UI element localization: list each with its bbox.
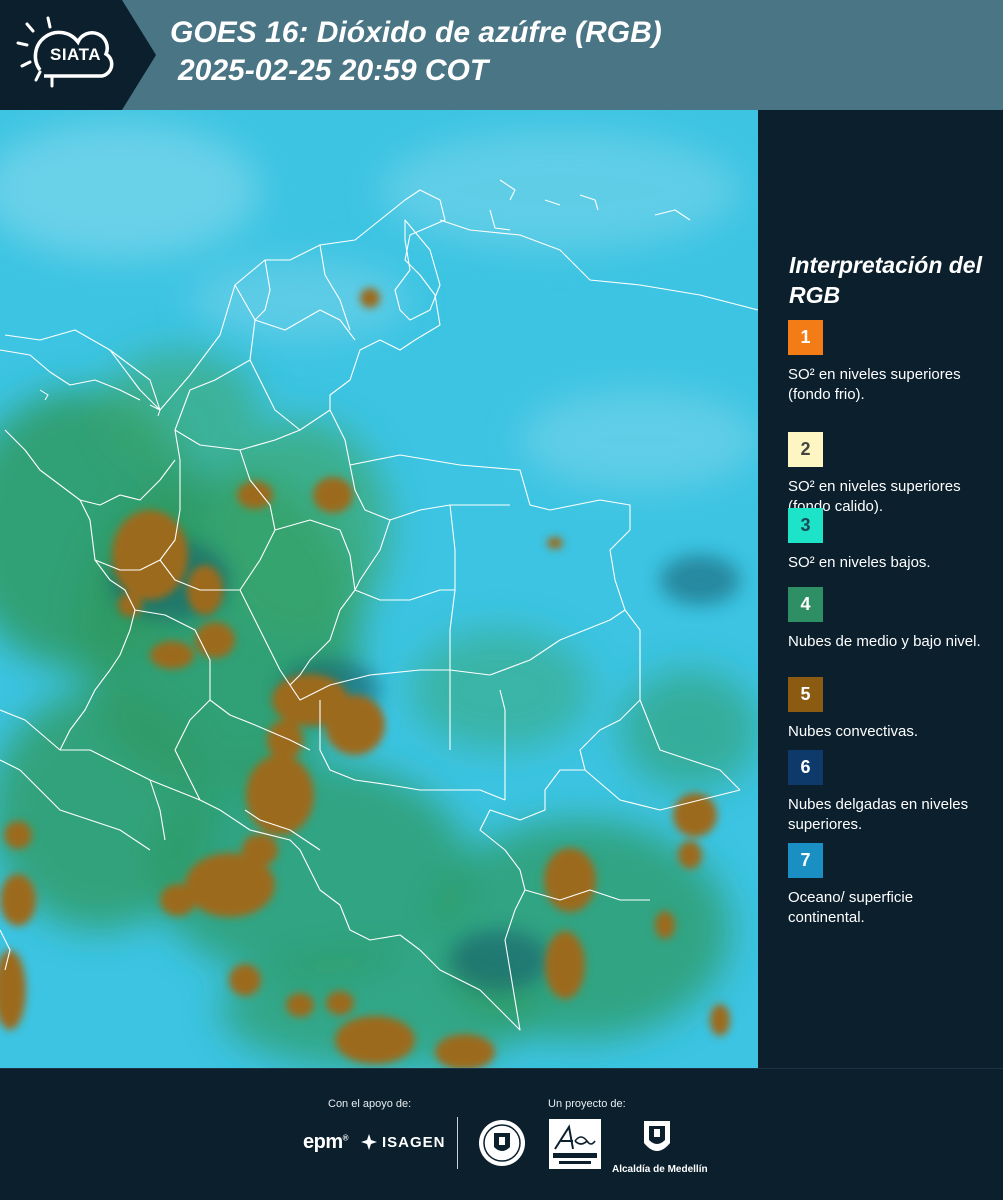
legend-item-5: 5 Nubes convectivas. (788, 677, 988, 742)
legend-label: SO² en niveles superiores (fondo frio). (788, 366, 961, 403)
satellite-map[interactable] (0, 110, 758, 1068)
siata-logo: SIATA (0, 0, 156, 110)
legend-swatch: 5 (788, 677, 823, 712)
legend-item-6: 6 Nubes delgadas en niveles superiores. (788, 750, 988, 835)
legend-swatch: 1 (788, 320, 823, 355)
legend-item-7: 7 Oceano/ superficie continental. (788, 843, 988, 928)
title-timestamp: 2025-02-25 20:59 COT (178, 54, 489, 87)
legend-swatch: 3 (788, 508, 823, 543)
medellin-seal[interactable] (478, 1119, 526, 1167)
area-metropolitana-logo[interactable] (549, 1119, 601, 1169)
legend-swatch: 6 (788, 750, 823, 785)
support-label: Con el apoyo de: (328, 1098, 412, 1110)
alcaldia-text: Alcaldía de Medellín (612, 1164, 708, 1175)
legend-item-2: 2 SO² en niveles superiores (fondo calido… (788, 432, 988, 517)
legend-item-1: 1 SO² en niveles superiores (fondo frio). (788, 320, 988, 405)
alcaldia-shield-icon (644, 1121, 670, 1151)
project-label: Un proyecto de: (548, 1098, 626, 1110)
legend-label: Oceano/ superficie continental. (788, 889, 914, 926)
header-bar: SIATA GOES 16: Dióxido de azúfre (RGB) 2… (0, 0, 1003, 110)
legend-label: Nubes delgadas en niveles superiores. (788, 796, 969, 833)
area-logo-icon (549, 1119, 601, 1169)
legend-title: Interpretación del RGB (789, 252, 982, 308)
legend-swatch: 4 (788, 587, 823, 622)
legend-label: Nubes convectivas. (788, 723, 919, 740)
legend-label: SO² en niveles bajos. (788, 554, 931, 571)
alcaldia-logo[interactable]: Alcaldía de Medellín (612, 1119, 708, 1175)
isagen-star-icon (361, 1134, 377, 1150)
logo-text: SIATA (50, 45, 101, 64)
legend-label: Nubes de medio y bajo nivel. (788, 633, 981, 650)
legend-swatch: 7 (788, 843, 823, 878)
isagen-text: ISAGEN (382, 1133, 446, 1151)
footer: Con el apoyo de: Un proyecto de: epm® IS… (0, 1068, 1003, 1200)
legend-panel: Interpretación del RGB 1 SO² en niveles s… (758, 110, 1003, 1068)
satellite-image (0, 110, 758, 1068)
legend-item-4: 4 Nubes de medio y bajo nivel. (788, 587, 988, 652)
legend-swatch: 2 (788, 432, 823, 467)
footer-divider (457, 1117, 458, 1169)
legend-item-3: 3 SO² en niveles bajos. (788, 508, 988, 573)
medellin-seal-icon (479, 1120, 525, 1166)
isagen-logo[interactable]: ISAGEN (360, 1133, 446, 1151)
page-title: GOES 16: Dióxido de azúfre (RGB) 2025-02… (170, 14, 662, 90)
epm-text: epm (303, 1131, 343, 1153)
epm-logo[interactable]: epm® (303, 1131, 349, 1154)
title-product: GOES 16: Dióxido de azúfre (RGB) (170, 16, 662, 49)
